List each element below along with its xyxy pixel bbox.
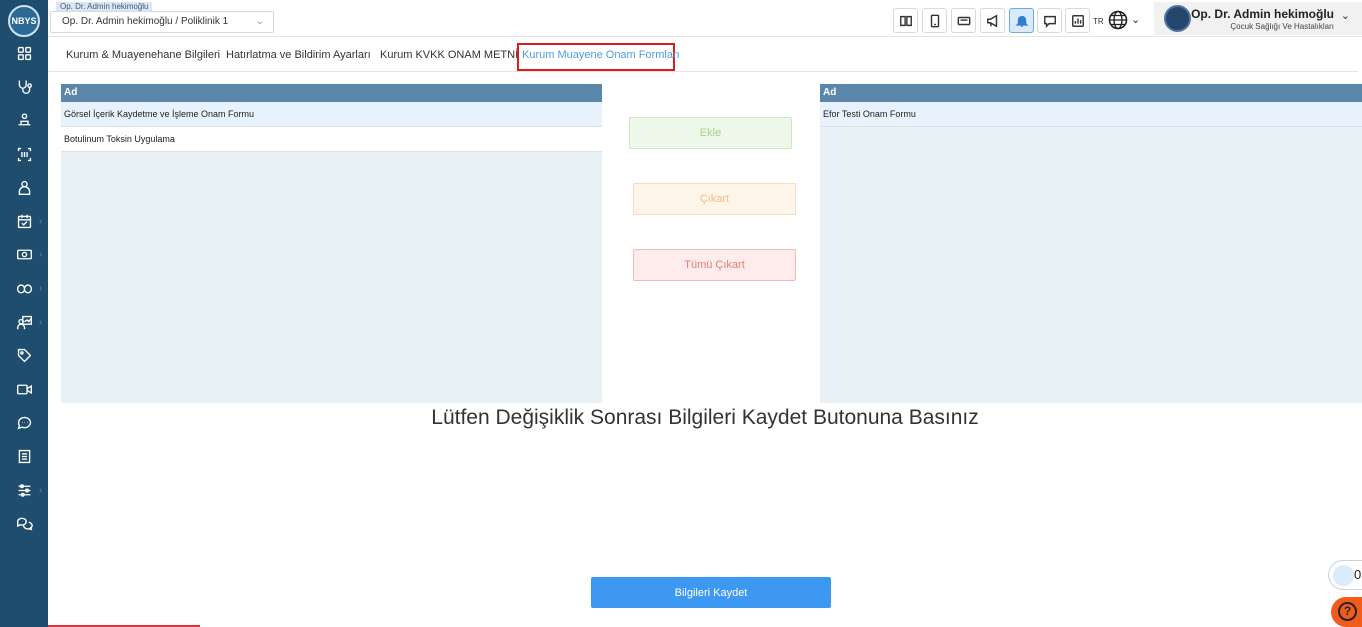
table-header[interactable]: Ad: [820, 84, 1362, 102]
message-icon[interactable]: [1037, 8, 1062, 33]
user-department: Çocuk Sağlığı Ve Hastalıkları: [1230, 22, 1334, 31]
video-icon[interactable]: [14, 379, 34, 399]
chevron-right-icon: ›: [39, 317, 43, 328]
remove-button[interactable]: Çıkart: [633, 183, 796, 215]
help-icon: ?: [1338, 602, 1357, 621]
chevron-down-icon: ⌄: [255, 16, 264, 27]
avatar: [1164, 5, 1191, 32]
add-button[interactable]: Ekle: [629, 117, 792, 149]
id-card-icon[interactable]: [951, 8, 976, 33]
app-logo[interactable]: NBYS: [8, 5, 40, 37]
table-row[interactable]: Botulinum Toksin Uygulama: [61, 127, 602, 152]
doctor-chart-icon[interactable]: [14, 312, 34, 332]
patient-bed-icon[interactable]: [14, 110, 34, 130]
conversation-icon[interactable]: [14, 513, 34, 533]
chevron-right-icon: ›: [39, 249, 43, 260]
stethoscope-icon[interactable]: [14, 76, 34, 96]
report-icon[interactable]: [1065, 8, 1090, 33]
tab-kurum-bilgileri[interactable]: Kurum & Muayenehane Bilgileri: [66, 49, 220, 61]
globe-icon[interactable]: [1107, 9, 1129, 31]
tag-icon[interactable]: [14, 345, 34, 365]
user-menu[interactable]: Op. Dr. Admin hekimoğlu Çocuk Sağlığı Ve…: [1154, 2, 1362, 35]
tablet-icon[interactable]: [922, 8, 947, 33]
user-icon: [1333, 565, 1354, 586]
tab-kvkk-onam-metni[interactable]: Kurum KVKK ONAM METNİ: [380, 49, 518, 61]
chat-bubble-icon[interactable]: [14, 412, 34, 432]
table-header[interactable]: Ad: [61, 84, 602, 102]
user-name: Op. Dr. Admin hekimoğlu: [1191, 7, 1334, 21]
bell-icon[interactable]: [1009, 8, 1034, 33]
chevron-right-icon: ›: [39, 485, 43, 496]
tab-bar: Kurum & Muayenehane Bilgileri Hatırlatma…: [48, 42, 1358, 72]
chevron-down-icon[interactable]: ⌄: [1131, 13, 1140, 26]
table-row[interactable]: Efor Testi Onam Formu: [820, 102, 1362, 127]
top-bar: Op. Dr. Admin hekimoğlu Op. Dr. Admin he…: [48, 0, 1362, 37]
tab-hatirlatma-ayarlari[interactable]: Hatırlatma ve Bildirim Ayarları: [226, 49, 371, 61]
online-count: 0: [1354, 567, 1362, 582]
chevron-down-icon: ⌄: [1340, 10, 1350, 22]
sidebar: NBYS › › › › ›: [0, 0, 48, 627]
book-open-icon[interactable]: [893, 8, 918, 33]
table-row[interactable]: Görsel İçerik Kaydetme ve İşleme Onam Fo…: [61, 102, 602, 127]
grid-icon[interactable]: [14, 43, 34, 63]
barcode-scan-icon[interactable]: [14, 144, 34, 164]
chevron-right-icon: ›: [39, 283, 43, 294]
context-select[interactable]: Op. Dr. Admin hekimoğlu / Poliklinik 1 ⌄: [50, 11, 274, 33]
save-button[interactable]: Bilgileri Kaydet: [591, 577, 831, 608]
tab-muayene-onam-formlari[interactable]: Kurum Muayene Onam Formları: [522, 49, 680, 61]
remove-all-button[interactable]: Tümü Çıkart: [633, 249, 796, 281]
save-notice: Lütfen Değişiklik Sonrası Bilgileri Kayd…: [431, 406, 979, 429]
megaphone-icon[interactable]: [980, 8, 1005, 33]
pills-icon[interactable]: [14, 278, 34, 298]
nurse-icon[interactable]: [14, 177, 34, 197]
book-icon[interactable]: [14, 446, 34, 466]
chevron-right-icon: ›: [39, 216, 43, 227]
online-users-widget[interactable]: 0: [1328, 560, 1362, 590]
selected-forms-table: Ad Efor Testi Onam Formu: [820, 84, 1362, 403]
cash-icon[interactable]: [14, 244, 34, 264]
sliders-icon[interactable]: [14, 480, 34, 500]
calendar-check-icon[interactable]: [14, 211, 34, 231]
language-label[interactable]: TR: [1093, 17, 1104, 26]
available-forms-table: Ad Görsel İçerik Kaydetme ve İşleme Onam…: [61, 84, 602, 403]
help-button[interactable]: ?: [1331, 597, 1362, 627]
context-select-value: Op. Dr. Admin hekimoğlu / Poliklinik 1: [62, 16, 229, 27]
